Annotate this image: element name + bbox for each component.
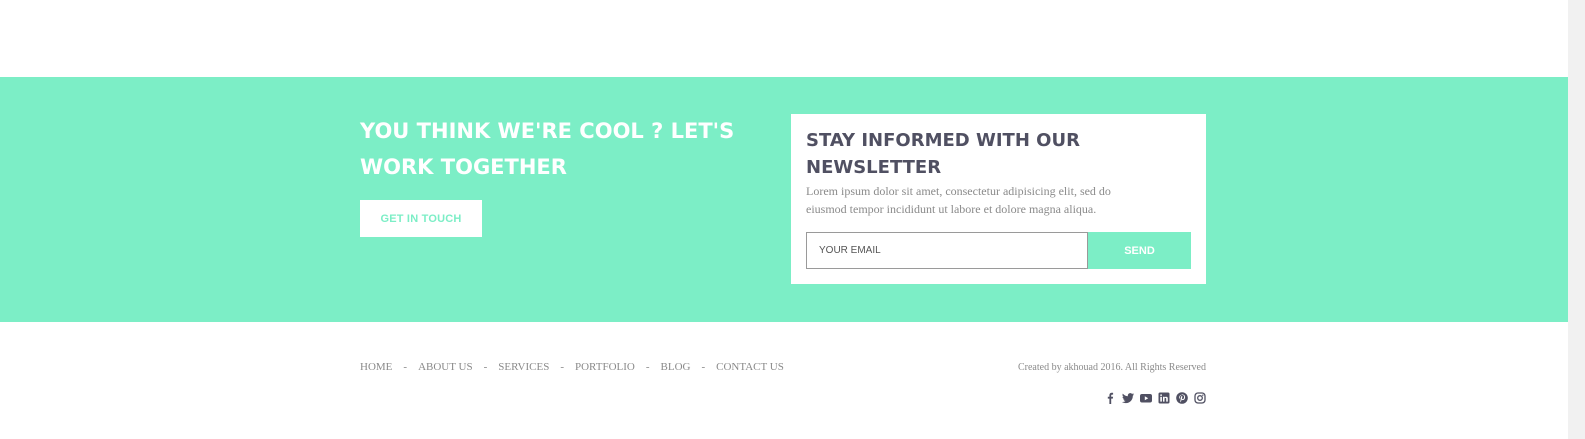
nav-separator: - bbox=[483, 361, 488, 373]
send-button[interactable]: SEND bbox=[1088, 232, 1191, 269]
instagram-icon[interactable] bbox=[1194, 392, 1206, 404]
get-in-touch-button[interactable]: GET IN TOUCH bbox=[360, 200, 482, 237]
cta-band bbox=[0, 77, 1568, 322]
footer-nav-about-us[interactable]: ABOUT US bbox=[418, 361, 473, 373]
footer-nav-services[interactable]: SERVICES bbox=[498, 361, 549, 373]
footer-nav-portfolio[interactable]: PORTFOLIO bbox=[575, 361, 635, 373]
pinterest-icon[interactable] bbox=[1176, 392, 1188, 404]
email-input[interactable] bbox=[806, 232, 1088, 269]
youtube-icon[interactable] bbox=[1140, 392, 1152, 404]
linkedin-icon[interactable] bbox=[1158, 392, 1170, 404]
footer-nav: HOME - ABOUT US - SERVICES - PORTFOLIO -… bbox=[360, 361, 784, 373]
footer-nav-contact-us[interactable]: CONTACT US bbox=[716, 361, 784, 373]
nav-separator: - bbox=[560, 361, 564, 373]
newsletter-title: STAY INFORMED WITH OUR NEWSLETTER bbox=[806, 130, 1080, 178]
page-scrollbar-gutter bbox=[1568, 0, 1585, 439]
cta-title: YOU THINK WE'RE COOL ? LET'S WORK TOGETH… bbox=[360, 119, 735, 179]
twitter-icon[interactable] bbox=[1122, 392, 1134, 404]
newsletter-description: Lorem ipsum dolor sit amet, consectetur … bbox=[806, 184, 1111, 216]
facebook-icon[interactable] bbox=[1104, 392, 1116, 404]
newsletter-card: STAY INFORMED WITH OUR NEWSLETTER Lorem … bbox=[791, 114, 1206, 284]
footer-nav-blog[interactable]: BLOG bbox=[661, 361, 691, 373]
copyright-text: Created by akhouad 2016. All Rights Rese… bbox=[1017, 362, 1206, 373]
nav-separator: - bbox=[403, 361, 408, 373]
footer-nav-home[interactable]: HOME bbox=[360, 361, 392, 373]
nav-separator: - bbox=[645, 361, 650, 373]
social-links bbox=[1104, 392, 1206, 404]
nav-separator: - bbox=[701, 361, 706, 373]
